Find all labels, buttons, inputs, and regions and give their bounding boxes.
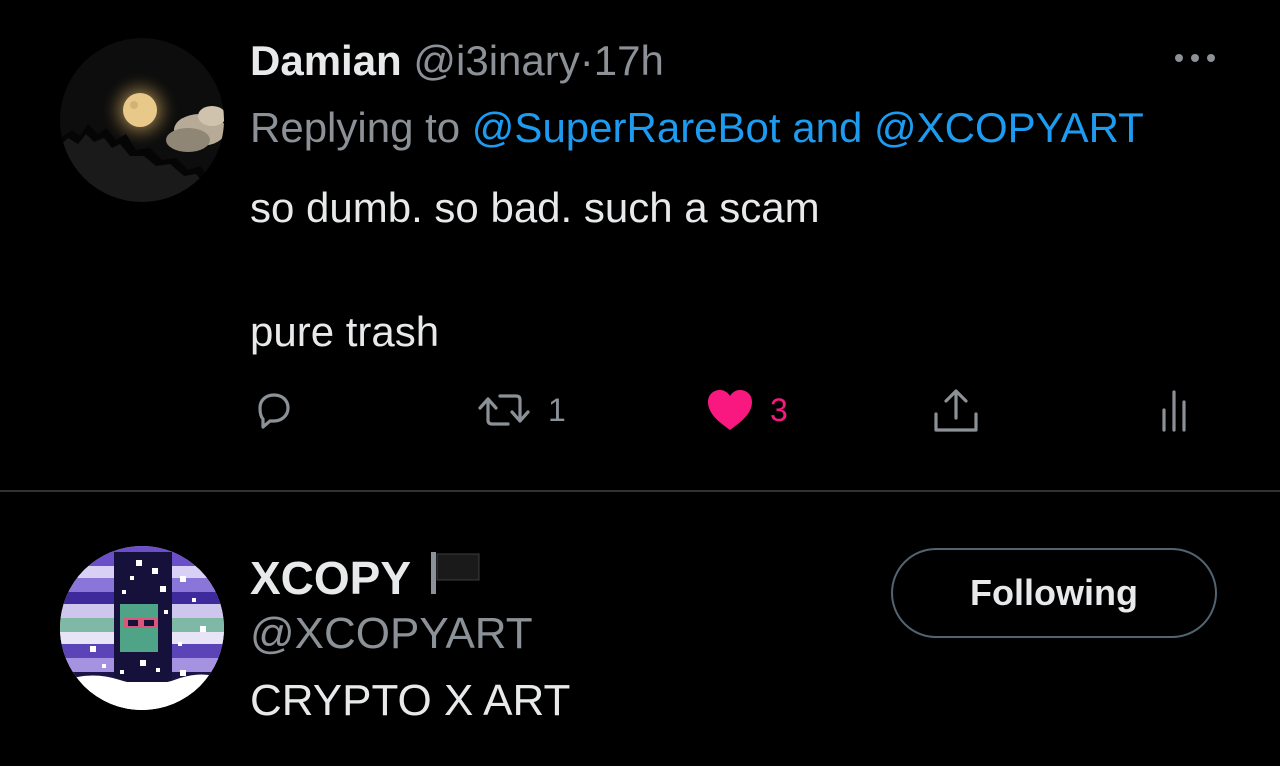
heart-filled-icon xyxy=(708,390,752,430)
tweet[interactable]: Damian @i3inary·17h Replying to @SuperRa… xyxy=(0,0,1280,490)
following-button[interactable]: Following xyxy=(891,548,1217,638)
like-button[interactable]: 3 xyxy=(704,380,788,440)
more-options-button[interactable] xyxy=(1170,40,1220,76)
reply-bubble-icon xyxy=(258,393,290,429)
retweet-icon xyxy=(478,394,530,426)
header-separator: · xyxy=(579,37,594,84)
tweet-time[interactable]: 17h xyxy=(594,37,664,84)
replying-prefix: Replying to xyxy=(250,104,461,151)
retweet-count: 1 xyxy=(548,391,566,428)
views-bars-icon xyxy=(1162,390,1186,432)
like-count: 3 xyxy=(770,391,788,428)
author-avatar[interactable] xyxy=(60,38,224,202)
author-name[interactable]: Damian xyxy=(250,37,402,84)
tweet-header: Damian @i3inary·17h xyxy=(250,36,664,86)
black-flag-icon xyxy=(427,548,483,607)
replying-to-line: Replying to @SuperRareBot and @XCOPYART xyxy=(250,103,1144,153)
user-avatar[interactable] xyxy=(60,546,224,710)
tweet-actions: 1 3 xyxy=(0,380,1280,440)
author-handle[interactable]: @i3inary xyxy=(413,37,579,84)
user-name-row[interactable]: XCOPY xyxy=(250,548,483,607)
retweet-button[interactable]: 1 xyxy=(474,380,566,440)
views-button[interactable] xyxy=(1156,380,1196,440)
user-name[interactable]: XCOPY xyxy=(250,551,411,605)
more-horizontal-icon xyxy=(1175,54,1215,62)
reply-button[interactable] xyxy=(250,380,298,440)
user-bio: CRYPTO X ART xyxy=(250,676,571,725)
share-upload-icon xyxy=(934,389,978,432)
mention-xcopyart[interactable]: @XCOPYART xyxy=(874,104,1144,151)
user-handle[interactable]: @XCOPYART xyxy=(250,608,533,660)
mention-joiner: and xyxy=(792,104,863,151)
tweet-text-line-2: pure trash xyxy=(250,308,440,355)
share-button[interactable] xyxy=(930,380,982,440)
mention-superrarebot[interactable]: @SuperRareBot xyxy=(472,104,781,151)
tweet-text-line-1: so dumb. so bad. such a scam xyxy=(250,184,820,231)
